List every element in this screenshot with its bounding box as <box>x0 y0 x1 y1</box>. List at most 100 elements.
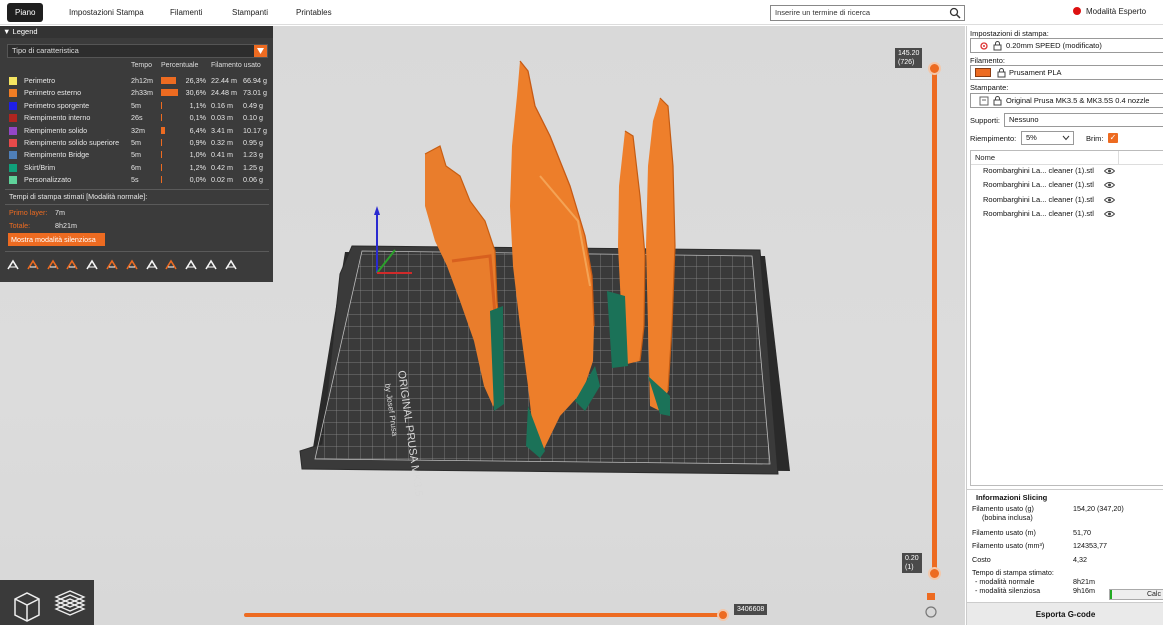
object-list-header[interactable]: Nome <box>971 151 1163 165</box>
legend-row[interactable]: Riempimento Bridge 5m 1,0% 0.41 m 1.23 g <box>9 149 269 161</box>
filament-m-value: 51,70 <box>1073 528 1091 537</box>
deretraction-icon[interactable] <box>65 258 79 272</box>
tab-filamenti[interactable]: Filamenti <box>162 3 210 22</box>
object-list-item[interactable]: Roombarghini La... cleaner (1).stl <box>983 180 1094 189</box>
layer-slider-top-handle[interactable] <box>928 62 941 75</box>
legend-percent-bar <box>161 77 176 84</box>
eye-icon[interactable] <box>1104 210 1115 218</box>
custom-gcode-icon[interactable] <box>164 258 178 272</box>
lock-icon[interactable] <box>993 41 1002 51</box>
total-label: Totale: <box>9 221 31 230</box>
legend-percent-bar <box>161 139 162 146</box>
eye-icon[interactable] <box>1104 196 1115 204</box>
legend-percent-bar <box>161 176 162 184</box>
filament-g-sub: (bobina inclusa) <box>982 513 1033 522</box>
legend-percent: 1,1% <box>189 100 206 110</box>
eye-icon[interactable] <box>1104 181 1115 189</box>
object-list: Nome Roombarghini La... cleaner (1).stl R… <box>970 150 1163 486</box>
legend-percent: 30,6% <box>185 88 206 98</box>
legend-name: Riempimento interno <box>24 113 91 123</box>
seams-icon[interactable] <box>85 258 99 272</box>
legend-time: 5m <box>131 150 141 160</box>
filament-mm3-value: 124353,77 <box>1073 541 1107 550</box>
view-type-select[interactable]: Tipo di caratteristica <box>7 44 268 58</box>
legend-row[interactable]: Perimetro 2h12m 26,3% 22.44 m 66.94 g <box>9 75 269 87</box>
travel-icon[interactable] <box>6 258 20 272</box>
legend-header[interactable]: ▼ Legend <box>0 26 273 38</box>
tool-marker-icon[interactable] <box>224 258 238 272</box>
pause-icon[interactable] <box>145 258 159 272</box>
tab-stampanti[interactable]: Stampanti <box>224 3 276 22</box>
layers-view-icon[interactable] <box>50 585 90 623</box>
supports-label: Supporti: <box>970 116 1001 125</box>
legend-meters: 0.42 m <box>211 162 233 172</box>
object-list-item[interactable]: Roombarghini La... cleaner (1).stl <box>983 166 1094 175</box>
filament-label: Filamento: <box>970 56 1006 65</box>
cost-value: 4,32 <box>1073 555 1087 564</box>
move-slider-track[interactable] <box>244 613 722 617</box>
legend-name: Personalizzato <box>24 175 72 185</box>
color-change-icon[interactable] <box>125 258 139 272</box>
brim-checkbox[interactable]: ✓ <box>1108 133 1118 143</box>
legend-grams: 10.17 g <box>243 125 267 135</box>
export-gcode-button[interactable]: Esporta G-code <box>967 602 1163 625</box>
mode-selector[interactable]: Modalità Esperto <box>1073 7 1146 16</box>
3d-view-icon[interactable] <box>5 585 45 623</box>
toolchange-icon[interactable] <box>105 258 119 272</box>
legend-name: Perimetro <box>24 76 56 85</box>
mode-indicator-icon <box>1073 7 1081 15</box>
lock-icon[interactable] <box>997 68 1006 78</box>
object-list-item[interactable]: Roombarghini La... cleaner (1).stl <box>983 195 1094 204</box>
object-list-item[interactable]: Roombarghini La... cleaner (1).stl <box>983 209 1094 218</box>
show-silent-mode-button[interactable]: Mostra modalità silenziosa <box>8 233 105 246</box>
collapse-triangle-icon[interactable]: ▼ <box>3 27 10 36</box>
legend-grams: 73.01 g <box>243 88 267 98</box>
filament-color-swatch[interactable] <box>975 68 991 77</box>
lock-icon[interactable] <box>993 96 1002 106</box>
retraction-icon[interactable] <box>46 258 60 272</box>
filament-g-label: Filamento usato (g) <box>972 504 1034 513</box>
calc-button[interactable]: Calc <box>1109 589 1163 600</box>
print-settings-combo[interactable]: 0.20mm SPEED (modificato) <box>970 38 1163 53</box>
layer-slider-bottom-handle[interactable] <box>928 567 941 580</box>
tab-printables[interactable]: Printables <box>288 3 340 22</box>
first-layer-value: 7m <box>55 208 65 217</box>
legend-meters: 22.44 m <box>211 76 237 85</box>
eye-icon[interactable] <box>1104 167 1115 175</box>
legend-row[interactable]: Riempimento interno 26s 0,1% 0.03 m 0.10 g <box>9 112 269 124</box>
move-slider-handle[interactable] <box>717 609 729 621</box>
slicing-info-box: Informazioni Slicing Filamento usato (g)… <box>967 489 1163 597</box>
center-of-gravity-icon[interactable] <box>184 258 198 272</box>
supports-select[interactable]: Nessuno <box>1004 113 1163 127</box>
legend-row[interactable]: Perimetro esterno 2h33m 30,6% 24.48 m 73.01 … <box>9 87 269 99</box>
legend-percent-bar <box>161 126 165 134</box>
first-layer-label: Primo layer: <box>9 208 48 217</box>
legend-percent-bar <box>161 163 162 171</box>
legend-percent: 1,2% <box>189 162 206 172</box>
legend-meters: 0.02 m <box>211 175 233 185</box>
filament-combo[interactable]: Prusament PLA <box>970 65 1163 80</box>
search-input[interactable]: Inserire un termine di ricerca <box>770 5 965 21</box>
chevron-down-icon[interactable] <box>254 45 267 57</box>
legend-meters: 24.48 m <box>211 88 237 98</box>
legend-row[interactable]: Skirt/Brim 6m 1,2% 0.42 m 1.25 g <box>9 162 269 174</box>
legend-row[interactable]: Riempimento solido 32m 6,4% 3.41 m 10.17 g <box>9 125 269 137</box>
legend-time: 5m <box>131 138 141 147</box>
legend-row[interactable]: Perimetro sporgente 5m 1,1% 0.16 m 0.49 g <box>9 100 269 112</box>
col-time: Tempo <box>131 62 153 69</box>
printer-combo[interactable]: Original Prusa MK3.5 & MK3.5S 0.4 nozzle <box>970 93 1163 108</box>
legend-percent-bar <box>161 89 178 97</box>
printer-icon <box>979 96 989 106</box>
legend-row[interactable]: Personalizzato 5s 0,0% 0.02 m 0.06 g <box>9 174 269 186</box>
legend-time: 2h12m <box>131 76 153 85</box>
shells-icon[interactable] <box>204 258 218 272</box>
wipe-icon[interactable] <box>26 258 40 272</box>
search-icon[interactable] <box>949 7 961 19</box>
layer-slider-track[interactable] <box>932 68 937 573</box>
legend-grams: 0.06 g <box>243 175 263 185</box>
tab-piano[interactable]: Piano <box>7 3 44 22</box>
legend-percent: 1,0% <box>189 150 206 160</box>
legend-row[interactable]: Riempimento solido superiore 5m 0,9% 0.32 m… <box>9 137 269 149</box>
tab-impostazioni-stampa[interactable]: Impostazioni Stampa <box>61 3 152 22</box>
infill-select[interactable]: 5% <box>1021 131 1074 145</box>
